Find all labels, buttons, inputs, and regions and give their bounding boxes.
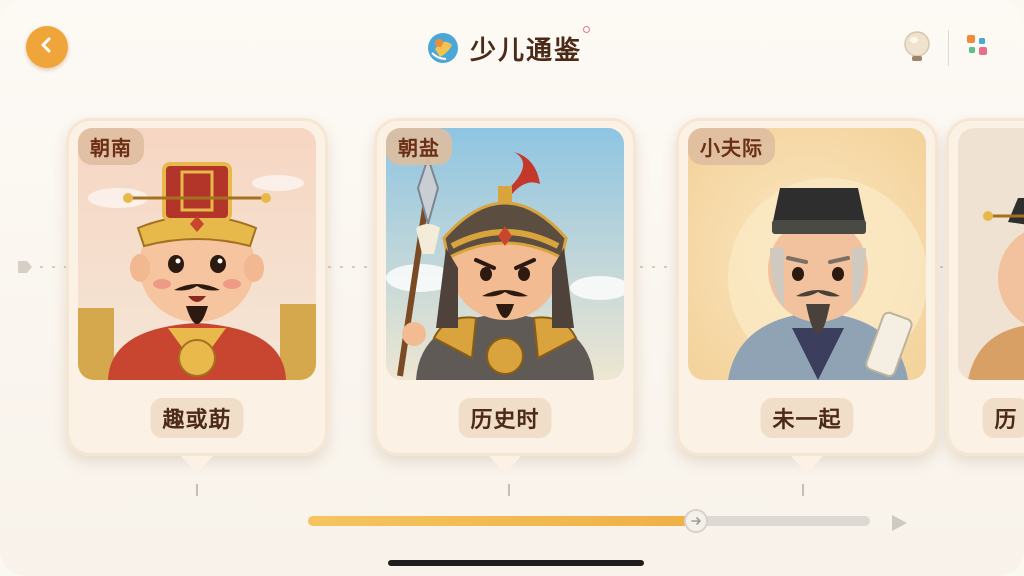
card-badge: 小夫际 [688, 128, 775, 165]
progress-knob[interactable] [683, 509, 708, 533]
screen: 少儿通鉴 朝南 趣或莇 朝盐 历史时 小夫际 未一起 历 [0, 0, 1024, 576]
card-name: 历 [982, 398, 1024, 438]
card-badge: 朝盐 [386, 128, 452, 165]
apps-grid-icon [964, 35, 992, 64]
card-name: 未一起 [760, 398, 854, 438]
app-title: 少儿通鉴 [426, 26, 591, 70]
timeline-tick [196, 484, 198, 496]
card-pointer [181, 456, 213, 474]
title-decoration [583, 26, 591, 33]
character-card-scholar[interactable]: 小夫际 未一起 [676, 118, 938, 474]
character-card-official[interactable]: 历 [946, 118, 1024, 456]
character-card-general[interactable]: 朝盐 历史时 [374, 118, 636, 474]
timeline-tick [802, 484, 804, 496]
lamp-icon [902, 31, 932, 68]
character-card-emperor[interactable]: 朝南 趣或莇 [66, 118, 328, 474]
progress-slider[interactable] [308, 509, 870, 533]
scholar-illustration [688, 128, 926, 380]
card-name: 历史时 [458, 398, 552, 438]
play-icon [892, 515, 907, 531]
card-name: 趣或莇 [150, 398, 244, 438]
progress-fill [308, 516, 696, 526]
apps-button[interactable] [964, 32, 992, 60]
back-button[interactable] [26, 26, 68, 68]
arrow-right-icon [690, 517, 701, 525]
page-title: 少儿通鉴 [470, 35, 583, 66]
timeline-tick [508, 484, 510, 496]
lamp-button[interactable] [902, 30, 932, 64]
general-illustration [386, 128, 624, 380]
play-button[interactable] [888, 512, 910, 534]
emperor-illustration [78, 128, 316, 380]
chevron-left-icon [38, 36, 56, 58]
card-pointer [791, 456, 823, 474]
timeline-start-icon [16, 258, 34, 276]
card-pointer [489, 456, 521, 474]
home-indicator[interactable] [388, 560, 644, 566]
header-divider [948, 30, 949, 66]
card-badge: 朝南 [78, 128, 144, 165]
official-illustration [958, 128, 1024, 380]
app-logo-icon [426, 31, 460, 65]
